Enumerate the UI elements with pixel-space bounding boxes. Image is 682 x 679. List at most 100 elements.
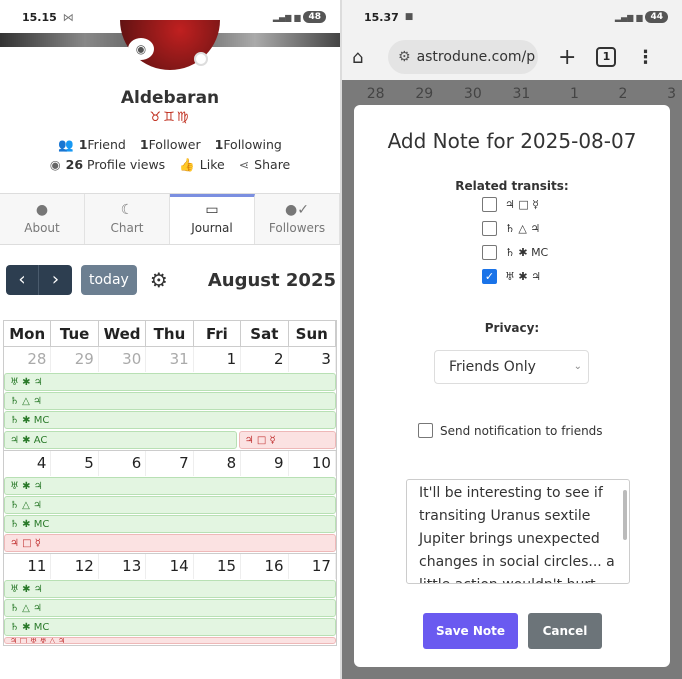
- signal-icon: ▂▄▆: [614, 12, 634, 22]
- chevron-down-icon: ⌄: [573, 361, 582, 372]
- transit-checkbox[interactable]: [482, 197, 497, 212]
- status-icons: ▂▄▆ ▆ 44: [615, 11, 668, 23]
- day-cell[interactable]: 2: [241, 347, 289, 372]
- transit-event[interactable]: ♃ ✱ AC: [4, 431, 237, 449]
- day-cell[interactable]: 12: [51, 554, 99, 579]
- note-textarea[interactable]: It'll be interesting to see if transitin…: [406, 479, 630, 584]
- transit-event[interactable]: ♄ △ ♃: [4, 496, 336, 514]
- camera-icon[interactable]: ◉: [128, 38, 154, 60]
- tab-about[interactable]: ● About: [0, 194, 85, 244]
- bg-day: 28: [366, 86, 385, 102]
- today-button[interactable]: today: [81, 265, 137, 295]
- day-cell[interactable]: 13: [99, 554, 147, 579]
- transit-event[interactable]: ♅ ✱ ♃: [4, 477, 336, 495]
- left-screenshot: 15.15 ⋈ ▂▄▆ ▆ 48 ◉ Aldebaran ♉♊♍ 👥 1Friend …: [0, 0, 340, 679]
- home-icon[interactable]: ⌂: [352, 47, 382, 68]
- share-button[interactable]: ⋖ Share: [239, 157, 291, 173]
- modal-actions: Save Note Cancel: [423, 613, 602, 649]
- transit-option[interactable]: ✓ ♅ ✱ ♃: [482, 269, 541, 284]
- transit-event[interactable]: ♃ □ ♅ ♅ △ ♃: [4, 637, 336, 644]
- transit-event[interactable]: ♃ □ ☿: [4, 534, 336, 552]
- battery-badge: 48: [303, 11, 326, 23]
- transit-event[interactable]: ♅ ✱ ♃: [4, 580, 336, 598]
- mail-icon: ⋈: [62, 10, 74, 24]
- day-cell[interactable]: 5: [51, 451, 99, 476]
- status-time: 15.15: [22, 10, 57, 24]
- bg-day: 3: [667, 86, 677, 102]
- day-cell[interactable]: 15: [194, 554, 242, 579]
- weekday: Thu: [146, 321, 194, 346]
- wifi-icon: ▆: [636, 12, 643, 22]
- day-cell[interactable]: 11: [4, 554, 52, 579]
- calendar-grid: Mon Tue Wed Thu Fri Sat Sun 28 29 30 31 …: [3, 320, 337, 646]
- tab-followers[interactable]: ●✓ Followers: [255, 194, 340, 244]
- privacy-select[interactable]: Friends Only ⌄: [434, 350, 589, 384]
- tab-switcher-button[interactable]: 1: [596, 47, 617, 67]
- followers-stat[interactable]: 1Follower: [140, 137, 201, 153]
- transit-checkbox-checked[interactable]: ✓: [482, 269, 497, 284]
- day-cell[interactable]: 16: [241, 554, 289, 579]
- status-time: 15.37: [364, 10, 399, 24]
- bg-day: 30: [463, 86, 482, 102]
- tab-journal[interactable]: ▭ Journal: [170, 194, 255, 244]
- tab-chart[interactable]: ☾ Chart: [85, 194, 170, 244]
- transit-checkbox[interactable]: [482, 245, 497, 260]
- day-cell[interactable]: 3: [289, 347, 336, 372]
- transit-event[interactable]: ♄ ✱ MC: [4, 411, 336, 429]
- day-cell[interactable]: 14: [146, 554, 194, 579]
- transit-checkbox[interactable]: [482, 221, 497, 236]
- transit-event[interactable]: ♄ △ ♃: [4, 392, 336, 410]
- browser-toolbar: ⌂ ⚙ astrodune.com/p + 1 ⋮: [342, 34, 682, 80]
- wifi-icon: ▆: [294, 12, 301, 22]
- day-cell[interactable]: 1: [194, 347, 242, 372]
- status-icons: ▂▄▆ ▆ 48: [273, 11, 326, 23]
- friends-icon: 👥: [58, 137, 74, 152]
- bg-day: 31: [512, 86, 531, 102]
- day-cell[interactable]: 9: [241, 451, 289, 476]
- site-settings-icon[interactable]: ⚙: [398, 49, 411, 65]
- weekday: Mon: [4, 321, 52, 346]
- friends-stat[interactable]: 👥 1Friend: [58, 137, 126, 153]
- menu-icon[interactable]: ⋮: [636, 47, 654, 68]
- battery-badge: 44: [645, 11, 668, 23]
- bg-day: 1: [569, 86, 579, 102]
- day-cell[interactable]: 30: [99, 347, 147, 372]
- address-bar[interactable]: ⚙ astrodune.com/p: [388, 40, 538, 74]
- transit-event[interactable]: ♅ ✱ ♃: [4, 373, 336, 391]
- bg-day: 29: [415, 86, 434, 102]
- transit-event[interactable]: ♄ △ ♃: [4, 599, 336, 617]
- calendar-toolbar: ‹ › today ⚙ August 2025: [6, 264, 336, 296]
- profile-name: Aldebaran: [120, 88, 220, 108]
- transit-event[interactable]: ♄ ✱ MC: [4, 618, 336, 636]
- day-cell[interactable]: 4: [4, 451, 52, 476]
- weekday-header: Mon Tue Wed Thu Fri Sat Sun: [4, 321, 336, 347]
- cancel-button[interactable]: Cancel: [528, 613, 602, 649]
- transit-event[interactable]: ♄ ✱ MC: [4, 515, 336, 533]
- save-note-button[interactable]: Save Note: [423, 613, 518, 649]
- transit-option[interactable]: ♃ □ ☿: [482, 197, 539, 212]
- next-month-button[interactable]: ›: [39, 265, 72, 295]
- day-cell[interactable]: 28: [4, 347, 52, 372]
- transit-option[interactable]: ♄ △ ♃: [482, 221, 540, 236]
- following-stat[interactable]: 1Following: [215, 137, 282, 153]
- day-cell[interactable]: 7: [146, 451, 194, 476]
- notify-checkbox[interactable]: [418, 423, 433, 438]
- transit-option[interactable]: ♄ ✱ MC: [482, 245, 548, 260]
- day-numbers: 4 5 6 7 8 9 10: [4, 451, 336, 476]
- prev-month-button[interactable]: ‹: [6, 265, 39, 295]
- day-cell[interactable]: 17: [289, 554, 336, 579]
- share-icon: ⋖: [238, 157, 250, 172]
- textarea-scrollbar[interactable]: [623, 490, 627, 540]
- transit-event[interactable]: ♃ □ ☿: [238, 431, 336, 449]
- day-cell[interactable]: 6: [99, 451, 147, 476]
- day-cell[interactable]: 8: [194, 451, 242, 476]
- right-screenshot: 15.37 ■ ▂▄▆ ▆ 44 ⌂ ⚙ astrodune.com/p + 1 ⋮ …: [342, 0, 682, 679]
- day-cell[interactable]: 10: [289, 451, 336, 476]
- day-cell[interactable]: 31: [146, 347, 194, 372]
- profile-tabs: ● About ☾ Chart ▭ Journal ●✓ Followers: [0, 193, 340, 245]
- new-tab-icon[interactable]: +: [558, 45, 576, 70]
- like-button[interactable]: 👍 Like: [179, 157, 225, 173]
- gear-icon[interactable]: ⚙: [150, 268, 168, 292]
- day-cell[interactable]: 29: [51, 347, 99, 372]
- notify-friends-option[interactable]: Send notification to friends: [418, 423, 603, 438]
